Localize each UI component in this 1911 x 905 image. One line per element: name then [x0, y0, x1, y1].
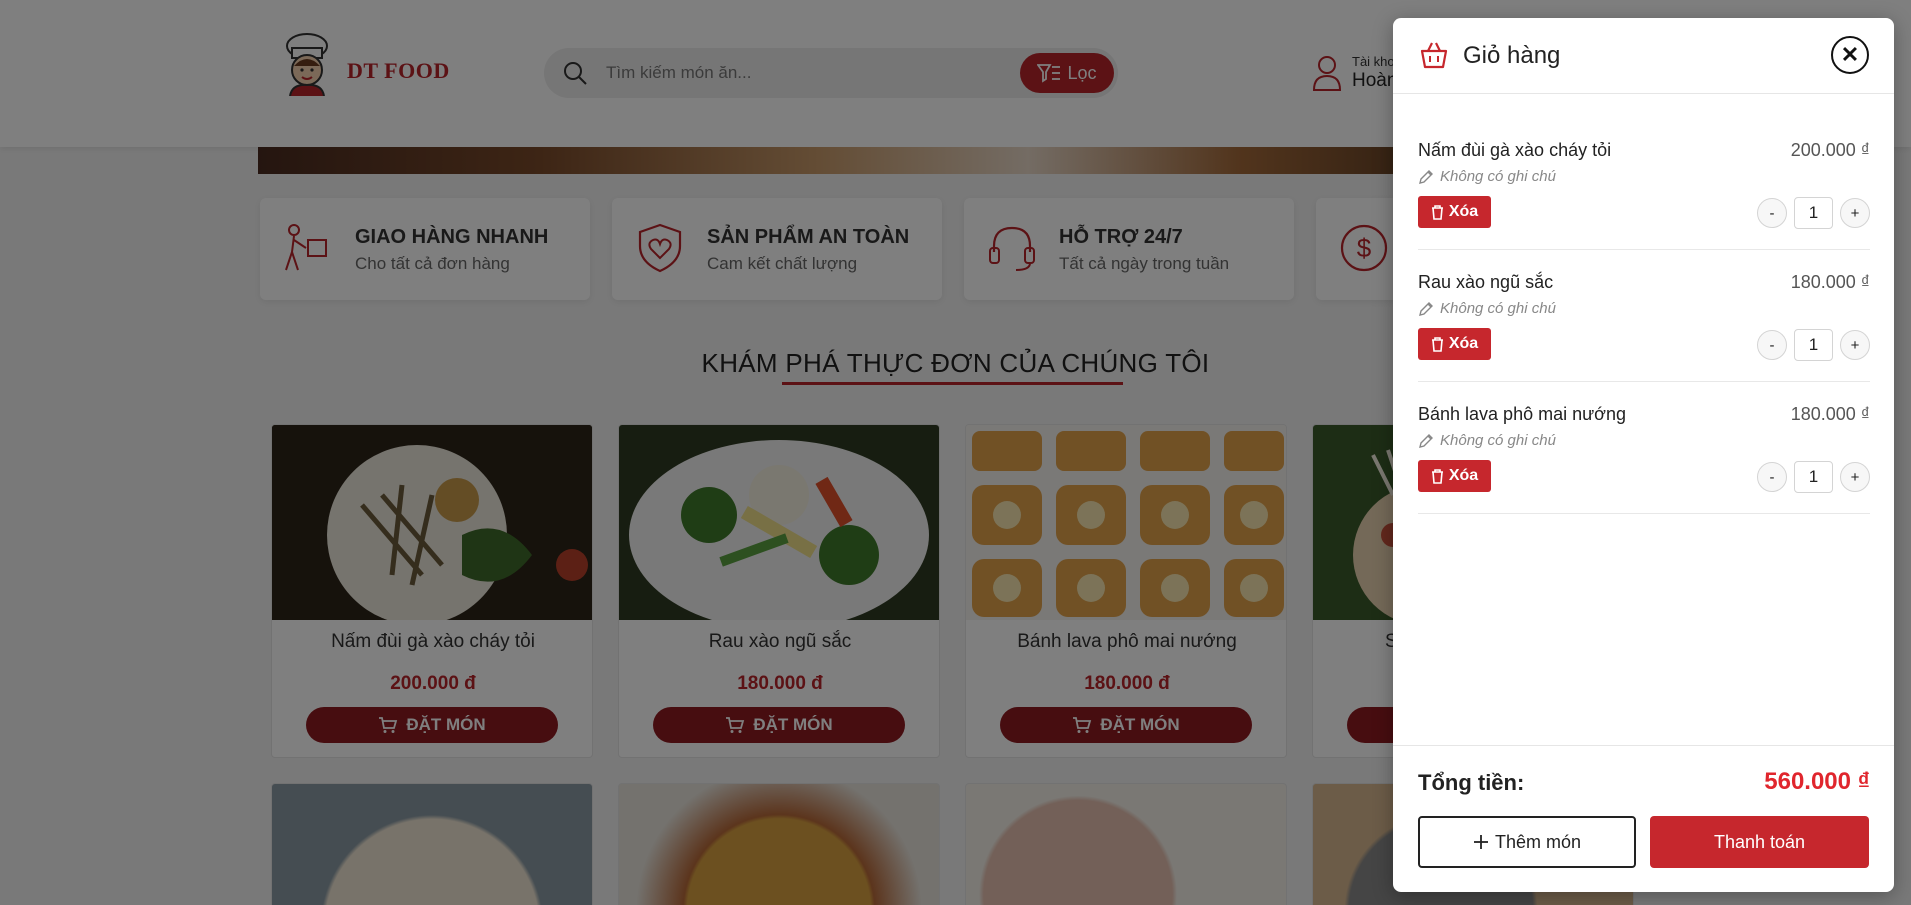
- cart-item-note-text: Không có ghi chú: [1440, 300, 1556, 317]
- close-icon: ✕: [1840, 42, 1860, 67]
- increase-button[interactable]: +: [1840, 462, 1870, 492]
- delete-button[interactable]: Xóa: [1418, 196, 1491, 228]
- decrease-button[interactable]: -: [1757, 330, 1787, 360]
- cart-item: Bánh lava phô mai nướng 180.000 ₫ Không …: [1418, 382, 1870, 514]
- cart-item-price: 180.000 ₫: [1790, 272, 1870, 292]
- cart-title: Giỏ hàng: [1463, 42, 1561, 69]
- checkout-button[interactable]: Thanh toán: [1650, 816, 1869, 868]
- plus-icon: [1473, 835, 1488, 849]
- quantity-input[interactable]: [1794, 197, 1833, 229]
- cart-item-name: Rau xào ngũ sắc: [1418, 272, 1554, 292]
- cart-item-price: 200.000 ₫: [1790, 140, 1870, 160]
- checkout-label: Thanh toán: [1713, 831, 1806, 852]
- quantity-input[interactable]: [1794, 329, 1833, 361]
- delete-button-label: Xóa: [1448, 203, 1479, 220]
- quantity-input[interactable]: [1794, 461, 1833, 493]
- pencil-icon: [1419, 301, 1433, 316]
- delete-button[interactable]: Xóa: [1418, 460, 1491, 492]
- basket-icon: [1420, 42, 1448, 69]
- cart-item-note[interactable]: Không có ghi chú: [1418, 300, 1556, 317]
- pencil-icon: [1419, 433, 1433, 448]
- total-label: Tổng tiền:: [1418, 770, 1525, 795]
- trash-icon: [1431, 336, 1443, 352]
- cart-item-price: 180.000 ₫: [1790, 404, 1870, 424]
- increase-button[interactable]: +: [1840, 198, 1870, 228]
- decrease-button[interactable]: -: [1757, 198, 1787, 228]
- pencil-icon: [1419, 169, 1433, 184]
- decrease-button[interactable]: -: [1757, 462, 1787, 492]
- trash-icon: [1431, 468, 1443, 484]
- cart-item-note[interactable]: Không có ghi chú: [1418, 168, 1556, 185]
- cart-header: Giỏ hàng ✕: [1393, 18, 1894, 94]
- cart-item: Nấm đùi gà xào cháy tỏi 200.000 ₫ Không …: [1418, 118, 1870, 250]
- cart-item-name: Bánh lava phô mai nướng: [1418, 404, 1626, 424]
- quantity-stepper: - +: [1757, 461, 1870, 493]
- cart-panel: Giỏ hàng ✕ Nấm đùi gà xào cháy tỏi 200.0…: [1393, 18, 1894, 892]
- delete-button[interactable]: Xóa: [1418, 328, 1491, 360]
- increase-button[interactable]: +: [1840, 330, 1870, 360]
- close-button[interactable]: ✕: [1831, 36, 1869, 74]
- trash-icon: [1431, 204, 1443, 220]
- add-more-button[interactable]: Thêm món: [1418, 816, 1636, 868]
- cart-item-note-text: Không có ghi chú: [1440, 168, 1556, 185]
- quantity-stepper: - +: [1757, 329, 1870, 361]
- cart-item-note[interactable]: Không có ghi chú: [1418, 432, 1556, 449]
- quantity-stepper: - +: [1757, 197, 1870, 229]
- add-more-label: Thêm món: [1494, 831, 1582, 852]
- total-value: 560.000 ₫: [1764, 768, 1870, 795]
- cart-item-name: Nấm đùi gà xào cháy tỏi: [1418, 140, 1612, 160]
- delete-button-label: Xóa: [1448, 467, 1479, 484]
- cart-item: Rau xào ngũ sắc 180.000 ₫ Không có ghi c…: [1418, 250, 1870, 382]
- cart-footer: Tổng tiền: 560.000 ₫ Thêm món Thanh toán: [1393, 745, 1894, 892]
- delete-button-label: Xóa: [1448, 335, 1479, 352]
- cart-item-note-text: Không có ghi chú: [1440, 432, 1556, 449]
